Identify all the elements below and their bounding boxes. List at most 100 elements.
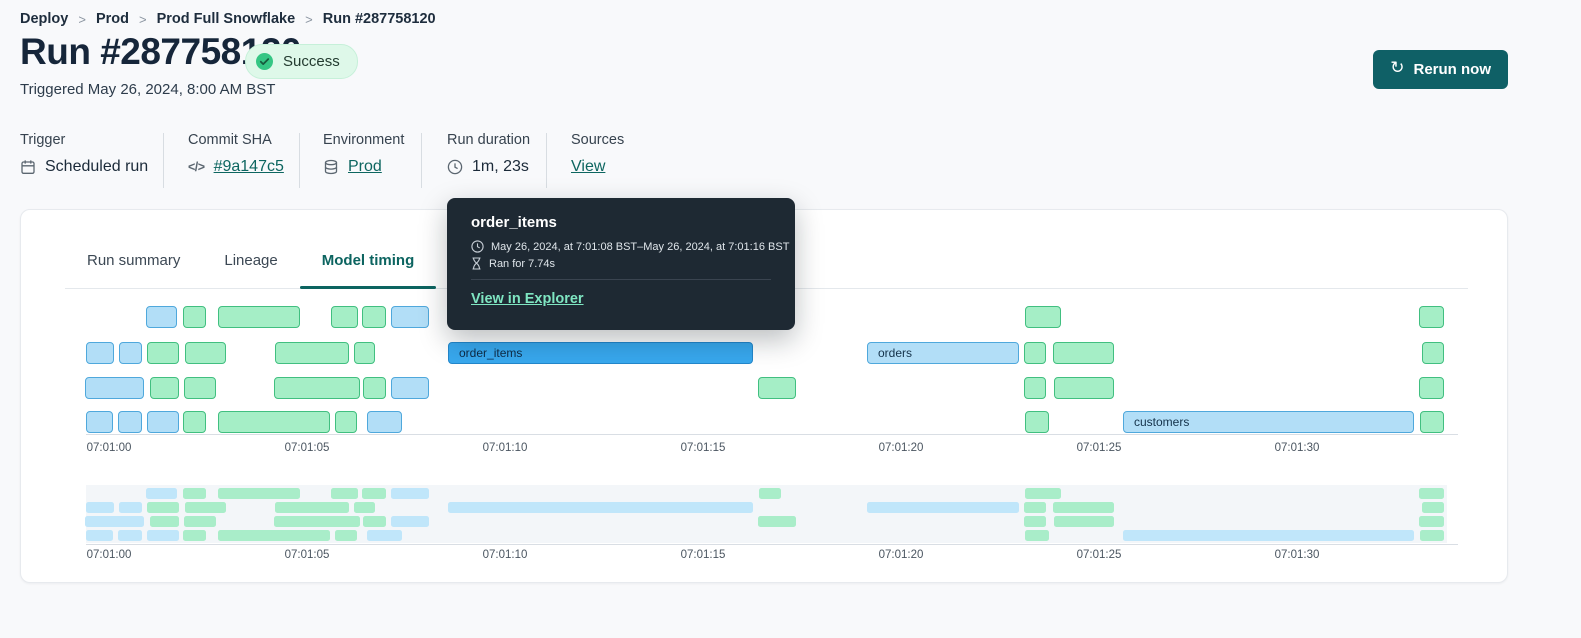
timing-bar[interactable]: [1024, 342, 1046, 364]
tooltip-divider: [471, 279, 771, 280]
mini-bar: [218, 530, 330, 541]
meta-value-trigger: Scheduled run: [20, 158, 148, 176]
mini-bar: [1054, 516, 1114, 527]
mini-bar: [1420, 530, 1444, 541]
timing-bar[interactable]: [275, 342, 349, 364]
meta-environment: Environment Prod: [323, 132, 404, 176]
mini-bar: [1024, 502, 1046, 513]
timing-bar[interactable]: [391, 377, 429, 399]
timing-bar[interactable]: [1419, 306, 1444, 328]
rerun-icon: ↻: [1390, 58, 1405, 78]
timing-bar[interactable]: [1422, 342, 1444, 364]
meta-trigger-value: Scheduled run: [45, 158, 149, 175]
timing-overview-strip[interactable]: [85, 485, 1447, 543]
timing-bar[interactable]: [1054, 377, 1114, 399]
timing-bar[interactable]: [1024, 377, 1046, 399]
mini-bar: [1025, 530, 1049, 541]
meta-value-run-duration: 1m, 23s: [447, 158, 530, 176]
mini-axis-tick: 07:01:30: [1274, 549, 1320, 561]
breadcrumb-item-prod-full-snowflake[interactable]: Prod Full Snowflake: [157, 11, 296, 27]
mini-bar: [274, 516, 360, 527]
timing-bar[interactable]: [218, 411, 330, 433]
mini-bar: [362, 488, 386, 499]
timing-bar[interactable]: [331, 306, 358, 328]
mini-bar: [867, 502, 1019, 513]
meta-divider: [163, 133, 164, 188]
timing-bar[interactable]: [1420, 411, 1444, 433]
mini-bar: [118, 530, 142, 541]
mini-bar: [367, 530, 402, 541]
timing-bar[interactable]: [1053, 342, 1114, 364]
timing-bar[interactable]: [274, 377, 360, 399]
mini-bar: [150, 516, 179, 527]
timing-bar[interactable]: [354, 342, 375, 364]
mini-bar: [147, 502, 179, 513]
meta-commit-sha-value[interactable]: #9a147c5: [214, 158, 284, 176]
mini-axis-tick: 07:01:25: [1076, 549, 1122, 561]
mini-bar: [1024, 516, 1046, 527]
timing-bar[interactable]: [85, 377, 144, 399]
timing-bar[interactable]: [391, 306, 429, 328]
run-page: Deploy > Prod > Prod Full Snowflake > Run #287…: [0, 0, 1581, 638]
timing-bar[interactable]: [146, 306, 177, 328]
mini-bar: [391, 516, 429, 527]
breadcrumb-item-deploy[interactable]: Deploy: [20, 11, 68, 27]
timing-bar[interactable]: [367, 411, 402, 433]
rerun-button[interactable]: ↻ Rerun now: [1373, 50, 1508, 89]
breadcrumb-item-prod[interactable]: Prod: [96, 11, 129, 27]
mini-bar: [354, 502, 375, 513]
meta-sources: Sources View: [571, 132, 624, 176]
mini-axis-tick: 07:01:10: [482, 549, 528, 561]
breadcrumb-separator: >: [138, 11, 147, 27]
meta-value-environment: Prod: [323, 158, 404, 176]
timing-bar[interactable]: [118, 411, 142, 433]
timing-bar[interactable]: [1419, 377, 1444, 399]
meta-divider: [299, 133, 300, 188]
timing-bar[interactable]: [150, 377, 179, 399]
timing-bar[interactable]: [185, 342, 226, 364]
main-axis-tick: 07:01:30: [1274, 442, 1320, 454]
timing-bar-order_items[interactable]: order_items: [448, 342, 753, 364]
timing-bar[interactable]: [1025, 306, 1061, 328]
triggered-text: Triggered May 26, 2024, 8:00 AM BST: [20, 81, 276, 98]
timing-bar[interactable]: [758, 377, 796, 399]
timing-bar[interactable]: [184, 377, 216, 399]
clock-icon: [471, 240, 484, 253]
meta-environment-value[interactable]: Prod: [348, 158, 382, 176]
rerun-button-label: Rerun now: [1413, 61, 1492, 78]
status-badge-label: Success: [283, 53, 340, 70]
meta-value-commit-sha: </> #9a147c5: [188, 158, 284, 176]
timing-bar[interactable]: [183, 411, 206, 433]
timing-bar[interactable]: [363, 377, 386, 399]
timing-bar[interactable]: [119, 342, 142, 364]
model-timing-tooltip: order_items May 26, 2024, at 7:01:08 BST…: [447, 198, 795, 330]
timing-bar[interactable]: [362, 306, 386, 328]
timing-bar[interactable]: [335, 411, 357, 433]
timing-bar[interactable]: [1025, 411, 1049, 433]
meta-commit-sha: Commit SHA </> #9a147c5: [188, 132, 284, 176]
timing-bar-customers[interactable]: customers: [1123, 411, 1414, 433]
mini-axis-tick: 07:01:20: [878, 549, 924, 561]
timing-bar-orders[interactable]: orders: [867, 342, 1019, 364]
calendar-icon: [20, 159, 36, 175]
mini-bar: [335, 530, 357, 541]
mini-bar: [218, 488, 300, 499]
meta-divider: [421, 133, 422, 188]
breadcrumb-item-run-287758120: Run #287758120: [322, 11, 436, 27]
timing-bar[interactable]: [183, 306, 206, 328]
timing-bar[interactable]: [86, 411, 113, 433]
main-axis-tick: 07:01:15: [680, 442, 726, 454]
timing-bar[interactable]: [218, 306, 300, 328]
meta-sources-value[interactable]: View: [571, 158, 605, 176]
mini-bar: [275, 502, 349, 513]
meta-run-duration: Run duration 1m, 23s: [447, 132, 530, 176]
timing-bar[interactable]: [147, 411, 179, 433]
timing-bar[interactable]: [147, 342, 179, 364]
mini-axis-line: [86, 544, 1458, 545]
meta-label-run-duration: Run duration: [447, 132, 531, 148]
meta-value-sources: View: [571, 158, 624, 176]
view-in-explorer-link[interactable]: View in Explorer: [471, 291, 584, 307]
mini-bar: [1123, 530, 1414, 541]
mini-bar: [448, 502, 753, 513]
timing-bar[interactable]: [86, 342, 114, 364]
